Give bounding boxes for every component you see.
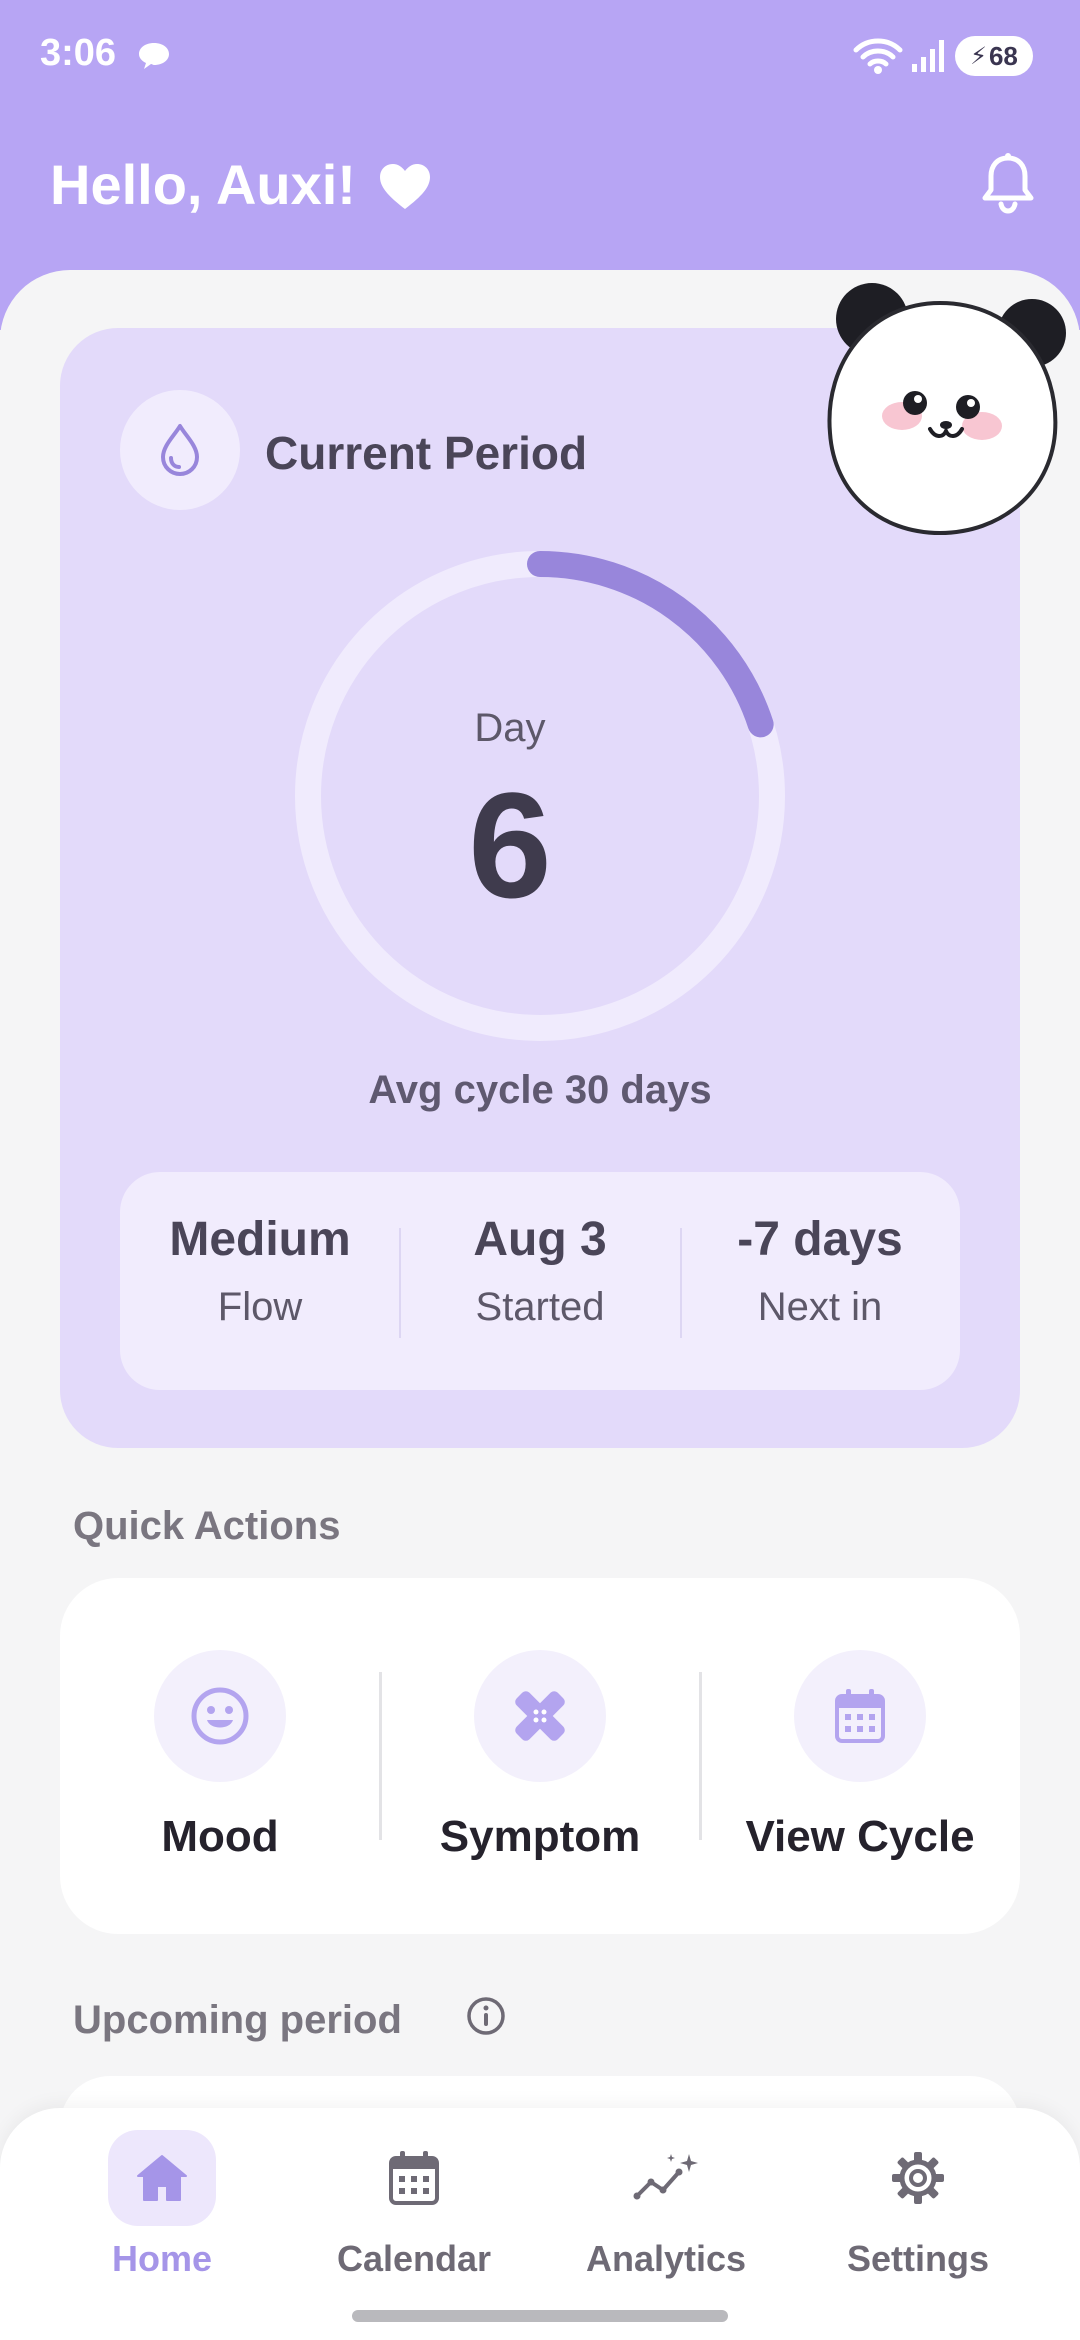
quick-actions-title: Quick Actions: [73, 1504, 341, 1548]
quick-action-view-cycle[interactable]: View Cycle: [700, 1650, 1020, 1862]
bell-icon[interactable]: [982, 152, 1034, 214]
info-icon[interactable]: [466, 1996, 506, 2036]
stat-value: Aug 3: [473, 1213, 607, 1266]
stat-label: Next in: [757, 1285, 883, 1329]
qa-label: View Cycle: [745, 1812, 975, 1861]
bandage-icon: [515, 1691, 565, 1741]
upcoming-period-title: Upcoming period: [73, 1998, 402, 2042]
home-indicator: [352, 2310, 728, 2322]
card-title: Current Period: [265, 427, 588, 479]
status-bar: 3:06 ⚡ 68: [0, 0, 1080, 110]
period-stats: Medium Flow Aug 3 Started -7 days Next i…: [120, 1172, 960, 1390]
stat-label: Flow: [217, 1285, 303, 1329]
panda-mascot-icon: [827, 283, 1066, 536]
analytics-icon: [633, 2154, 698, 2200]
battery-icon: ⚡: [970, 42, 987, 70]
nav-analytics[interactable]: Analytics: [556, 2130, 776, 2280]
nav-label: Analytics: [585, 2238, 747, 2279]
nav-icon-wrapper: [612, 2130, 720, 2226]
chat-bubble-icon: [139, 43, 169, 69]
nav-icon-wrapper: [360, 2130, 468, 2226]
wifi-icon: [853, 38, 903, 74]
nav-calendar[interactable]: Calendar: [304, 2130, 524, 2280]
quick-action-mood[interactable]: Mood: [60, 1650, 380, 1862]
smile-icon: [191, 1687, 249, 1745]
greeting: Hello, Auxi!: [50, 152, 432, 217]
bottom-nav: Home Calendar Analytics Settings: [0, 2108, 1080, 2340]
day-number: 6: [468, 761, 552, 929]
heart-icon: [379, 163, 430, 209]
calendar-icon: [835, 1689, 885, 1743]
qa-icon-wrapper: [474, 1650, 606, 1782]
stat-next-in: -7 days Next in: [680, 1212, 960, 1330]
stat-started: Aug 3 Started: [400, 1212, 680, 1330]
calendar-icon: [389, 2151, 439, 2205]
avg-cycle-text: Avg cycle 30 days: [368, 1068, 712, 1112]
nav-icon-wrapper: [108, 2130, 216, 2226]
stat-value: Medium: [169, 1213, 351, 1266]
nav-label: Home: [111, 2238, 213, 2279]
gear-icon: [892, 2152, 944, 2204]
battery-level: 68: [988, 40, 1018, 71]
greeting-text: Hello, Auxi!: [50, 153, 356, 216]
nav-home[interactable]: Home: [52, 2130, 272, 2280]
stat-label: Started: [475, 1285, 605, 1329]
status-time: 3:06: [40, 32, 117, 74]
day-label: Day: [474, 706, 546, 750]
home-icon: [137, 2155, 187, 2201]
stat-value: -7 days: [737, 1213, 903, 1266]
battery-indicator: ⚡ 68: [955, 36, 1033, 76]
qa-label: Symptom: [439, 1812, 641, 1861]
nav-label: Calendar: [336, 2238, 492, 2279]
qa-icon-wrapper: [794, 1650, 926, 1782]
quick-actions-card: Mood Symptom View Cycle: [60, 1578, 1020, 1934]
nav-label: Settings: [846, 2238, 989, 2279]
qa-label: Mood: [161, 1812, 279, 1861]
signal-icon: [912, 40, 944, 72]
nav-icon-wrapper: [864, 2130, 972, 2226]
drop-icon: [161, 424, 199, 476]
stat-flow: Medium Flow: [120, 1212, 400, 1330]
drop-icon-wrapper: [120, 390, 240, 510]
nav-settings[interactable]: Settings: [808, 2130, 1028, 2280]
quick-action-symptom[interactable]: Symptom: [380, 1650, 700, 1862]
qa-icon-wrapper: [154, 1650, 286, 1782]
